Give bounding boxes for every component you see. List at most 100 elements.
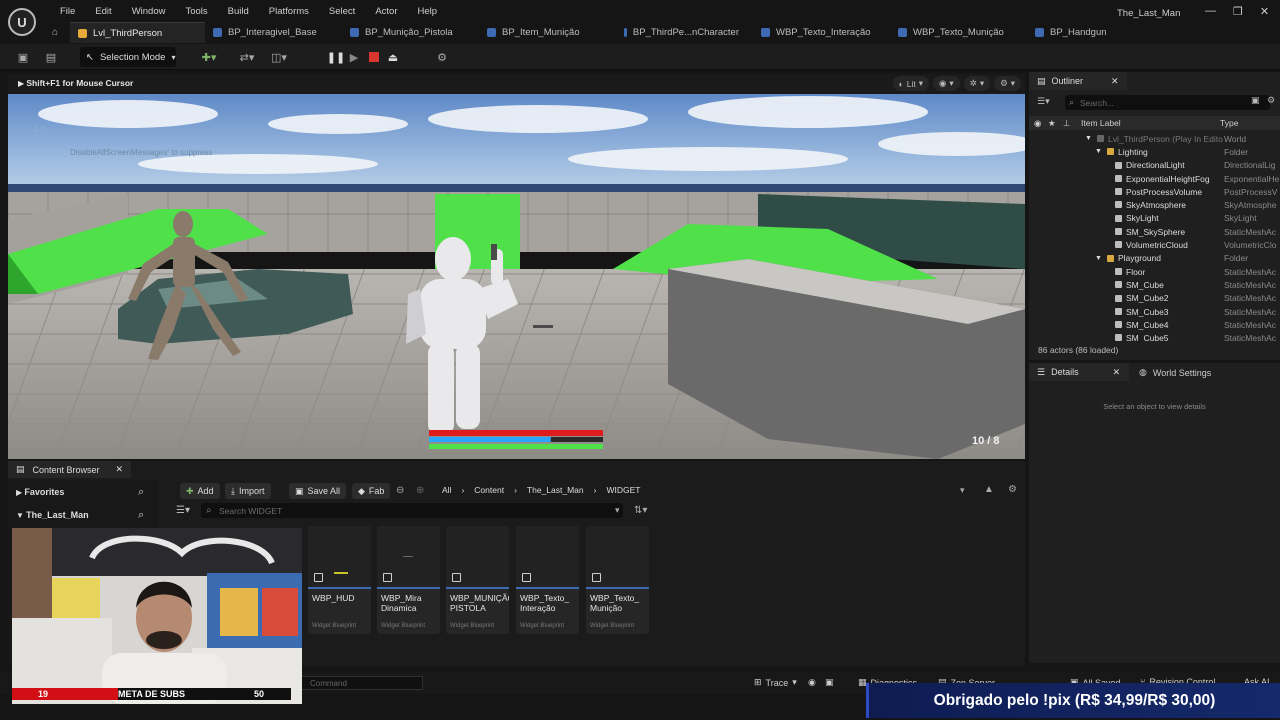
outliner-row[interactable]: ▼ Lvl_ThirdPerson (Play In Edito World [1029,132,1280,145]
outliner-row[interactable]: SM_Cube3 StaticMeshAc [1029,305,1280,318]
content-icon[interactable]: ▤ [44,49,58,65]
settings-button[interactable]: ⚙ ▾ [994,76,1021,91]
trace-button[interactable]: ⊞ Trace ▾ [754,677,797,688]
menu-file[interactable]: File [50,6,85,17]
settings-icon[interactable]: ⚙ [1008,484,1017,495]
outliner-row[interactable]: SkyAtmosphere SkyAtmosphe [1029,198,1280,211]
content-browser-tab[interactable]: ▤ Content Browser ✕ [8,461,132,478]
search-icon[interactable]: ⌕ [138,486,144,499]
camera-icon[interactable]: ▣ [825,677,834,688]
menu-window[interactable]: Window [122,6,176,17]
home-tab[interactable]: ⌂ [46,22,70,43]
fab-button[interactable]: ◆ Fab [352,483,391,499]
close-icon[interactable]: ✕ [1260,5,1269,18]
outliner-row[interactable]: PostProcessVolume PostProcessV [1029,185,1280,198]
tab-bp-item-municao[interactable]: BP_Item_Munição [479,22,616,43]
outliner-row[interactable]: SkyLight SkyLight [1029,212,1280,225]
close-icon[interactable]: ✕ [116,464,124,475]
transform-button[interactable]: ✲ ▾ [963,76,991,91]
menu-platforms[interactable]: Platforms [259,6,319,17]
menu-build[interactable]: Build [218,6,259,17]
menu-help[interactable]: Help [408,6,448,17]
menu-actor[interactable]: Actor [365,6,407,17]
asset-tile[interactable]: WBP_Mira Dinamica Widget Blueprint [377,526,440,634]
outliner-row[interactable]: ▼ Playground Folder [1029,252,1280,265]
asset-tile[interactable]: WBP_HUD Widget Blueprint [308,526,371,634]
outliner-row[interactable]: Floor StaticMeshAc [1029,265,1280,278]
stop-icon[interactable] [368,49,380,65]
filter-icon[interactable]: ☰▾ [1037,96,1050,107]
forward-icon[interactable]: ⊕ [416,485,424,496]
outliner-row[interactable]: DirectionalLight DirectionalLig [1029,159,1280,172]
asset-search-input[interactable]: Search WIDGET [201,503,623,518]
tab-wbp-texto-interacao[interactable]: WBP_Texto_Interação [753,22,890,43]
close-icon[interactable]: ✕ [1113,367,1121,378]
crumb-all[interactable]: All [442,485,451,495]
menu-edit[interactable]: Edit [85,6,121,17]
back-icon[interactable]: ⊖ [396,485,404,496]
chevron-down-icon[interactable]: ▼ [1095,255,1102,262]
lit-mode-button[interactable]: ◐ Lit ▾ [892,76,929,91]
filter-icon[interactable]: ☰▾ [176,505,190,516]
platforms-icon[interactable]: ⚙ [434,49,450,65]
eject-icon[interactable]: ⏏ [386,49,400,65]
blueprint-menu-icon[interactable]: ⇄▾ [236,49,258,65]
outliner-row[interactable]: SM_Cube4 StaticMeshAc [1029,318,1280,331]
outliner-row[interactable]: SM_Cube2 StaticMeshAc [1029,292,1280,305]
show-button[interactable]: ◉ ▾ [932,76,960,91]
tab-bp-handgun[interactable]: BP_Handgun [1027,22,1147,43]
outliner-row[interactable]: SM_SkySphere StaticMeshAc [1029,225,1280,238]
unreal-logo-icon[interactable]: U [8,8,36,36]
favorites-section[interactable]: ▶ Favorites [16,487,64,497]
add-actor-icon[interactable]: ✚▾ [198,49,220,65]
asset-tile[interactable]: WBP_Texto_ Interação Widget Blueprint [516,526,579,634]
add-button[interactable]: ✚ Add [180,483,220,499]
add-folder-icon[interactable]: ▣ [1251,95,1260,106]
settings-icon[interactable]: ⚙ [1267,95,1275,106]
selection-mode-dropdown[interactable]: ↖ Selection Mode ▾ [80,47,176,67]
tab-bp-thirdperson-character[interactable]: BP_ThirdPe...nCharacter [616,22,753,43]
tab-bp-interagivel-base[interactable]: BP_Interagivel_Base [205,22,342,43]
pause-icon[interactable]: ❚❚ [327,49,345,65]
outliner-row[interactable]: SM_Cube5 StaticMeshAc [1029,331,1280,342]
maximize-icon[interactable]: ❐ [1233,5,1243,18]
tab-lvl-thirdperson[interactable]: Lvl_ThirdPerson [70,22,205,43]
visibility-icon[interactable]: ◉ [1034,118,1041,129]
chevron-down-icon[interactable]: ▼ [1095,148,1102,155]
close-icon[interactable]: ✕ [1111,76,1119,87]
asset-tile[interactable]: WBP_MUNIÇÃO_ PISTOLA Widget Blueprint [446,526,509,634]
save-icon[interactable]: ▣ [16,49,30,65]
details-tab[interactable]: ☰ Details ✕ [1029,363,1129,381]
menu-select[interactable]: Select [319,6,365,17]
crumb-content[interactable]: Content [474,485,504,495]
save-all-button[interactable]: ▣ Save All [289,483,347,499]
chevron-down-icon[interactable]: ▼ [1085,135,1092,142]
outliner-row[interactable]: VolumetricCloud VolumetricClo [1029,238,1280,251]
outliner-tab[interactable]: ▤ Outliner ✕ [1029,72,1127,90]
pin-icon[interactable]: ⊥ [1063,118,1070,129]
star-icon[interactable]: ★ [1048,118,1056,129]
outliner-row[interactable]: SM_Cube StaticMeshAc [1029,278,1280,291]
col-item-label[interactable]: Item Label [1081,118,1121,128]
world-settings-tab[interactable]: ◍ World Settings [1139,367,1211,378]
outliner-row[interactable]: ExponentialHeightFog ExponentialHe [1029,172,1280,185]
record-icon[interactable]: ◉ [808,677,816,688]
menu-tools[interactable]: Tools [175,6,217,17]
crumb-project[interactable]: The_Last_Man [527,485,584,495]
asset-tile[interactable]: WBP_Texto_ Munição Widget Blueprint [586,526,649,634]
crumb-widget[interactable]: WIDGET [606,485,640,495]
chevron-down-icon[interactable]: ▾ [960,485,965,496]
console-command-input[interactable]: Command [291,676,423,690]
minimize-icon[interactable]: — [1205,5,1216,18]
import-button[interactable]: ⤓ Import [225,483,271,499]
outliner-search-input[interactable]: Search... [1065,95,1270,110]
tab-wbp-texto-municao[interactable]: WBP_Texto_Munição [890,22,1027,43]
search-icon[interactable]: ⌕ [138,509,144,522]
col-type[interactable]: Type [1220,118,1238,128]
step-icon[interactable]: ▶ [348,49,360,65]
tab-bp-municao-pistola[interactable]: BP_Munição_Pistola [342,22,479,43]
outliner-row[interactable]: ▼ Lighting Folder [1029,145,1280,158]
cinematics-icon[interactable]: ◫▾ [268,49,290,65]
project-root-section[interactable]: ▼ The_Last_Man [16,510,89,520]
lock-icon[interactable]: ▲ [984,484,994,495]
